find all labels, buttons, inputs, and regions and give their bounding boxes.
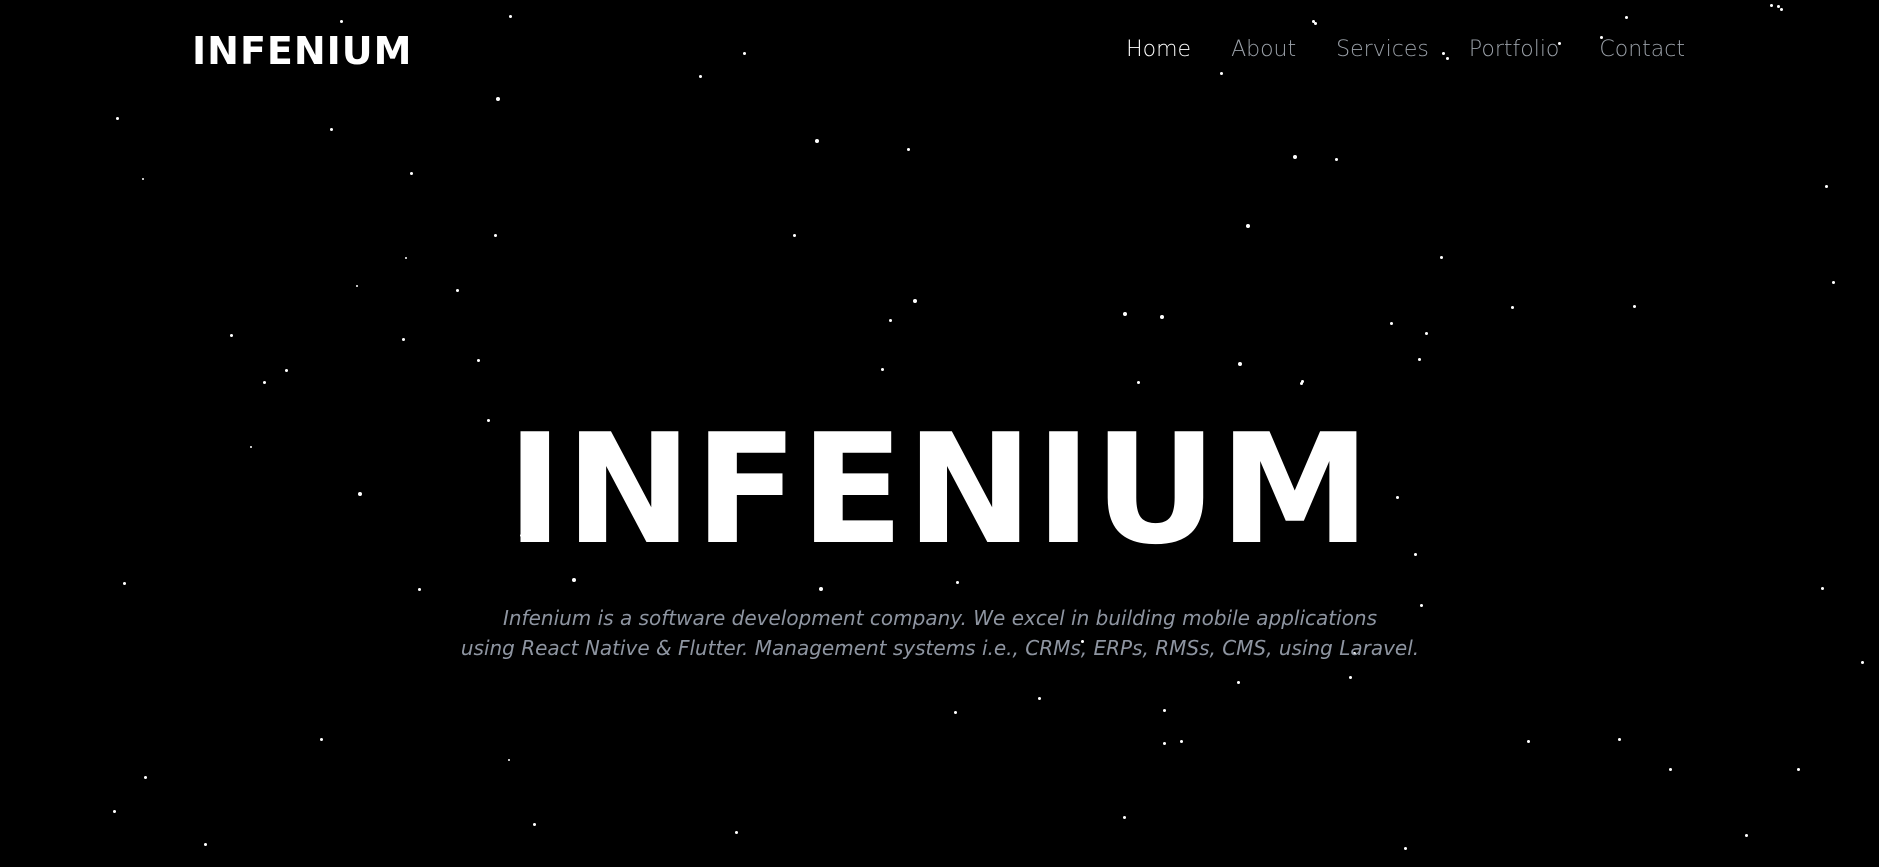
hero-section: INFENIUM Infenium is a software developm…: [0, 0, 1879, 867]
hero-description-line-1: Infenium is a software development compa…: [502, 606, 1378, 630]
hero-description-line-2: using React Native & Flutter. Management…: [460, 636, 1420, 660]
nav-link-contact[interactable]: Contact: [1599, 32, 1685, 68]
brand-logo[interactable]: INFENIUM: [192, 28, 412, 74]
nav-link-portfolio[interactable]: Portfolio: [1469, 32, 1560, 68]
main-nav: Home About Services Portfolio Contact: [1126, 32, 1685, 68]
nav-link-home[interactable]: Home: [1126, 32, 1191, 68]
top-navigation-bar: INFENIUM Home About Services Portfolio C…: [0, 0, 1879, 100]
nav-link-services[interactable]: Services: [1336, 32, 1429, 68]
nav-link-about[interactable]: About: [1231, 32, 1296, 68]
hero-title: INFENIUM: [506, 401, 1373, 578]
hero-description: Infenium is a software development compa…: [440, 603, 1440, 663]
